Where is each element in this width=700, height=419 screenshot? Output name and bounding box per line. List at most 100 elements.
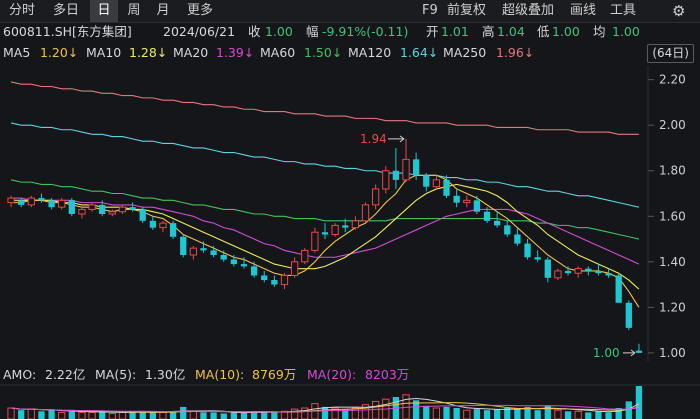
volume-bar bbox=[230, 412, 237, 419]
candle-body bbox=[7, 197, 15, 204]
candle-body bbox=[544, 259, 551, 278]
candle-body bbox=[473, 200, 481, 212]
candle-body bbox=[261, 275, 268, 281]
candle-body bbox=[27, 197, 35, 206]
volume-bar bbox=[301, 407, 309, 419]
candle-body bbox=[331, 224, 339, 235]
candle-body bbox=[483, 211, 491, 221]
candle-body bbox=[453, 195, 460, 203]
candle-body bbox=[240, 264, 248, 267]
candle-body bbox=[342, 225, 349, 228]
candle-body bbox=[301, 249, 309, 263]
volume-bar bbox=[48, 410, 55, 419]
volume-bar bbox=[453, 408, 460, 419]
volume-bar bbox=[371, 400, 380, 419]
candle-body bbox=[180, 236, 187, 255]
candle-body bbox=[432, 179, 441, 188]
candle-body bbox=[423, 175, 430, 187]
ma120-line bbox=[10, 122, 640, 208]
volume-bar bbox=[159, 411, 167, 419]
ma250-line bbox=[10, 81, 639, 135]
candle-body bbox=[189, 247, 197, 256]
volume-bar bbox=[534, 410, 541, 419]
candle-body bbox=[504, 225, 511, 235]
candle-body bbox=[402, 158, 410, 181]
candle-body bbox=[99, 204, 106, 214]
candle-body bbox=[635, 350, 643, 353]
candle-body bbox=[169, 223, 177, 237]
volume-bar bbox=[554, 409, 562, 419]
kline-chart[interactable]: 2.20 2.00 1.80 1.60 1.40 1.20 1.00 1.94 1.00 bbox=[0, 0, 700, 419]
volume-bar bbox=[200, 412, 207, 419]
candle-body bbox=[625, 302, 632, 328]
candle-body bbox=[108, 211, 116, 215]
y-tick-label: 1.60 bbox=[659, 209, 686, 223]
volume-bar bbox=[220, 413, 227, 419]
y-tick-label: 1.80 bbox=[659, 164, 686, 178]
candle-body bbox=[574, 268, 582, 274]
candle-body bbox=[371, 188, 380, 206]
volume-bar bbox=[625, 401, 632, 419]
volume-bar bbox=[118, 411, 127, 419]
candle-body bbox=[210, 250, 217, 255]
volume-bar bbox=[351, 407, 360, 419]
candle-body bbox=[361, 204, 370, 222]
candle-body bbox=[118, 206, 127, 213]
volume-bar bbox=[68, 411, 75, 419]
volume-bar bbox=[261, 412, 268, 419]
candle-body bbox=[443, 179, 450, 196]
candle-body bbox=[271, 280, 278, 285]
volume-bar bbox=[7, 407, 15, 419]
volume-bar bbox=[88, 411, 96, 419]
candle-body bbox=[149, 220, 156, 228]
amo-ma5-value: 1.30亿 bbox=[145, 367, 186, 382]
amo-ma20-label: MA(20): bbox=[307, 367, 357, 382]
candle-body bbox=[200, 248, 207, 251]
amo-ma20-value: 8203万 bbox=[365, 367, 410, 382]
volume-bar bbox=[180, 406, 187, 419]
candle-body bbox=[230, 259, 237, 265]
volume-bar bbox=[585, 412, 592, 419]
candle-body bbox=[38, 198, 45, 201]
volume-bar bbox=[38, 411, 45, 419]
candle-body bbox=[413, 159, 420, 176]
volume-bar bbox=[78, 411, 86, 419]
amo-label: AMO: bbox=[3, 367, 37, 382]
candle-body bbox=[564, 270, 572, 274]
amo-ma10-value: 8769万 bbox=[252, 367, 297, 382]
candle-body bbox=[494, 220, 501, 226]
y-tick-label: 1.40 bbox=[659, 255, 686, 269]
low-price-marker: 1.00 bbox=[593, 346, 620, 360]
volume-bar bbox=[58, 411, 66, 419]
candle-body bbox=[605, 273, 612, 276]
volume-bar bbox=[189, 410, 197, 419]
volume-bar bbox=[321, 406, 329, 419]
volume-bar bbox=[564, 411, 572, 419]
y-tick-label: 2.00 bbox=[659, 118, 686, 132]
candle-body bbox=[48, 200, 55, 208]
volume-bar bbox=[443, 406, 450, 419]
candle-body bbox=[68, 200, 75, 214]
candle-body bbox=[615, 275, 622, 303]
volume-bar bbox=[18, 410, 25, 419]
candle-body bbox=[514, 234, 521, 244]
candle-body bbox=[220, 254, 227, 260]
candle-body bbox=[534, 257, 541, 260]
candle-body bbox=[524, 243, 531, 258]
volume-bar bbox=[432, 407, 441, 419]
candle-body bbox=[290, 261, 299, 276]
ma5-line bbox=[11, 174, 640, 308]
y-tick-label: 1.00 bbox=[659, 346, 686, 360]
candle-body bbox=[311, 231, 319, 251]
amo-legend: AMO: 2.22亿 MA(5): 1.30亿 MA(10): 8769万 MA… bbox=[0, 366, 700, 384]
candle-body bbox=[139, 209, 146, 221]
volume-bar bbox=[463, 409, 471, 419]
candle-body bbox=[58, 199, 66, 208]
amo-ma10-label: MA(10): bbox=[195, 367, 245, 382]
y-tick-label: 1.20 bbox=[659, 300, 686, 314]
volume-bar bbox=[595, 411, 602, 419]
volume-bar bbox=[27, 408, 35, 419]
candle-body bbox=[88, 204, 96, 210]
candle-body bbox=[78, 208, 86, 215]
volume-bar bbox=[514, 409, 521, 419]
